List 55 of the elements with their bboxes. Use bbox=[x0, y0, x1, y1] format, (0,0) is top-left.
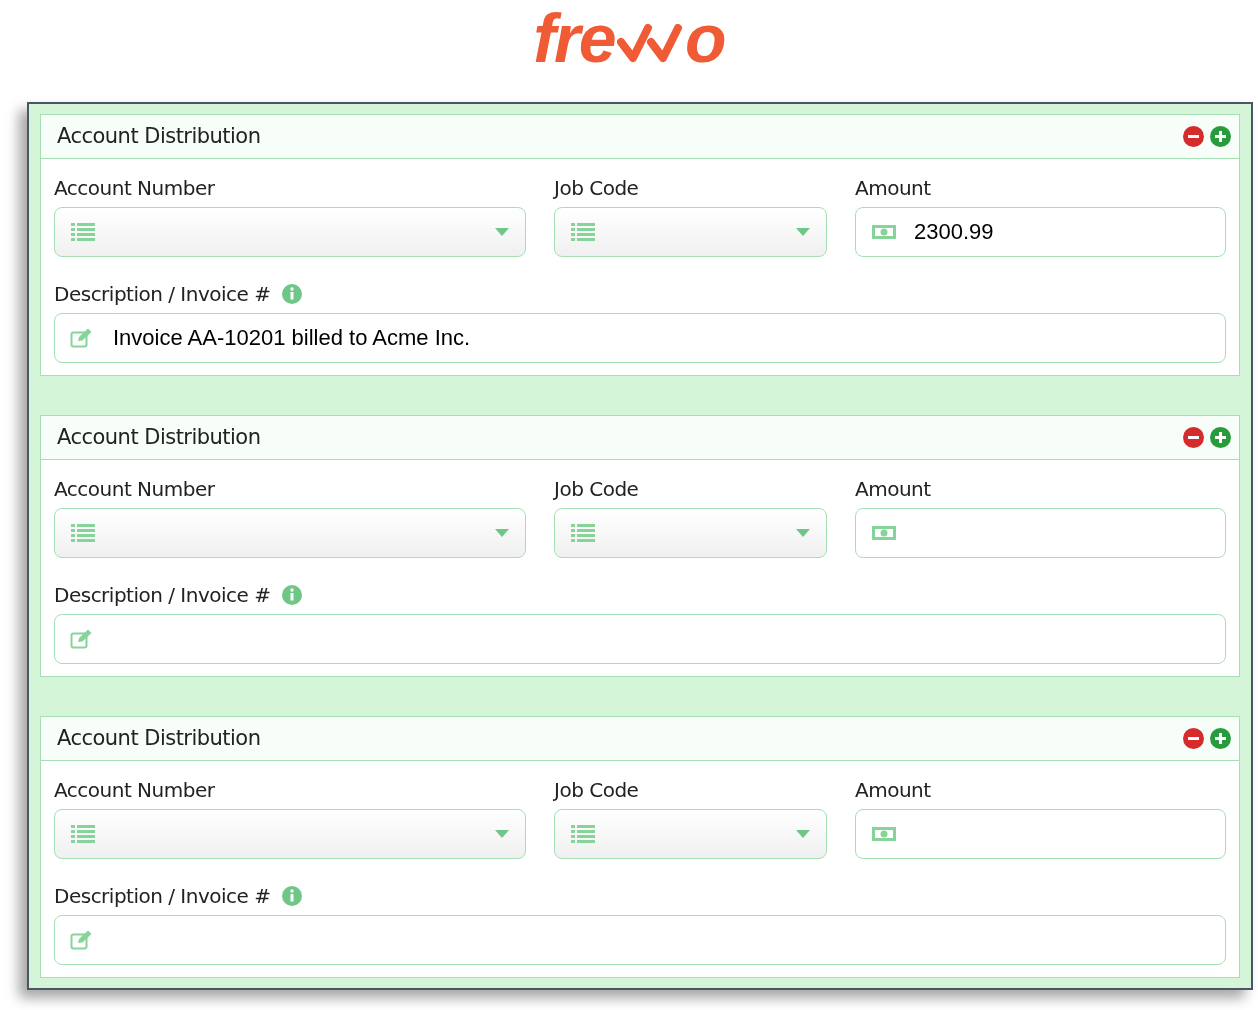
field-label: Job Code bbox=[554, 777, 640, 804]
field-label: Amount bbox=[855, 476, 932, 503]
info-icon[interactable] bbox=[282, 886, 303, 906]
add-button[interactable] bbox=[1210, 728, 1231, 749]
list-icon bbox=[71, 825, 95, 843]
description-field[interactable]: Invoice AA-10201 billed to Acme Inc. bbox=[54, 313, 1226, 363]
section-title: Account Distribution bbox=[57, 724, 262, 752]
field-label: Amount bbox=[855, 777, 932, 804]
add-button[interactable] bbox=[1210, 427, 1231, 448]
edit-icon bbox=[70, 629, 94, 649]
list-icon bbox=[71, 223, 95, 241]
remove-button[interactable] bbox=[1183, 126, 1204, 147]
edit-icon bbox=[70, 328, 94, 348]
remove-button[interactable] bbox=[1183, 728, 1204, 749]
description-field[interactable] bbox=[54, 614, 1226, 664]
dropdown[interactable] bbox=[554, 508, 827, 558]
list-icon bbox=[571, 524, 595, 542]
amount-field[interactable] bbox=[855, 809, 1226, 859]
list-icon bbox=[571, 825, 595, 843]
caret-icon bbox=[796, 529, 810, 537]
field-label: Account Number bbox=[54, 777, 216, 804]
money-icon bbox=[871, 826, 897, 842]
field-label: Account Number bbox=[54, 175, 216, 202]
field-label: Job Code bbox=[554, 476, 640, 503]
field-label: Description / Invoice # bbox=[54, 281, 271, 308]
dropdown[interactable] bbox=[54, 508, 526, 558]
edit-icon bbox=[70, 930, 94, 950]
add-button[interactable] bbox=[1210, 126, 1231, 147]
field-label: Amount bbox=[855, 175, 932, 202]
list-icon bbox=[571, 223, 595, 241]
info-icon[interactable] bbox=[282, 585, 303, 605]
section-title: Account Distribution bbox=[57, 122, 262, 150]
logo: fre o bbox=[533, 0, 725, 72]
description-field[interactable] bbox=[54, 915, 1226, 965]
field-label: Job Code bbox=[554, 175, 640, 202]
remove-button[interactable] bbox=[1183, 427, 1204, 448]
caret-icon bbox=[495, 830, 509, 838]
caret-icon bbox=[796, 228, 810, 236]
section-title: Account Distribution bbox=[57, 423, 262, 451]
dropdown[interactable] bbox=[54, 809, 526, 859]
dropdown[interactable] bbox=[554, 809, 827, 859]
caret-icon bbox=[796, 830, 810, 838]
money-icon bbox=[871, 525, 897, 541]
field-label: Description / Invoice # bbox=[54, 582, 271, 609]
dropdown[interactable] bbox=[54, 207, 526, 257]
info-icon[interactable] bbox=[282, 284, 303, 304]
dropdown[interactable] bbox=[554, 207, 827, 257]
amount-field[interactable] bbox=[855, 508, 1226, 558]
caret-icon bbox=[495, 529, 509, 537]
list-icon bbox=[71, 524, 95, 542]
amount-field[interactable]: 2300.99 bbox=[855, 207, 1226, 257]
money-icon bbox=[871, 224, 897, 240]
field-label: Account Number bbox=[54, 476, 216, 503]
caret-icon bbox=[495, 228, 509, 236]
field-label: Description / Invoice # bbox=[54, 883, 271, 910]
